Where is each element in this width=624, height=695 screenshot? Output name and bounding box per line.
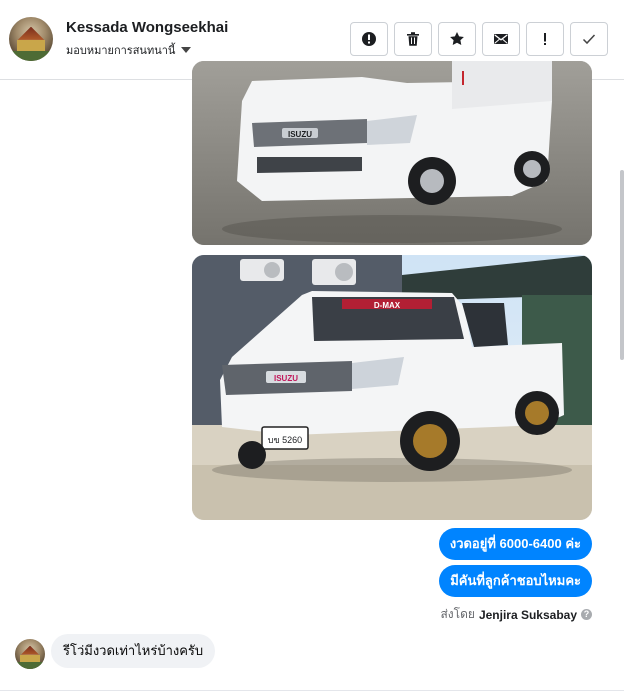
composer-divider <box>0 690 624 691</box>
contact-avatar[interactable] <box>9 17 53 61</box>
windshield-sticker: D-MAX <box>374 301 401 310</box>
message-thread: ISUZU D-MAX ISUZU บข 5260 งวดอยู่ที่ 600… <box>0 61 624 695</box>
star-icon <box>450 32 464 45</box>
car-photo-front[interactable]: ISUZU <box>192 61 592 245</box>
trash-icon <box>407 32 419 46</box>
conversation-toolbar <box>350 22 608 56</box>
assign-conversation-dropdown[interactable]: มอบหมายการสนทนานี้ <box>66 41 192 59</box>
mail-icon <box>494 34 508 44</box>
sent-by-prefix: ส่งโดย <box>440 607 475 621</box>
check-icon <box>582 34 596 45</box>
license-plate: บข 5260 <box>268 435 302 445</box>
sent-by-name: Jenjira Suksabay <box>478 607 577 622</box>
delete-button[interactable] <box>394 22 432 56</box>
car-photo-image: D-MAX ISUZU บข 5260 <box>192 255 592 520</box>
caret-down-icon <box>181 47 192 53</box>
alert-circle-icon <box>362 32 376 46</box>
grille-badge: ISUZU <box>288 130 312 139</box>
grille-badge: ISUZU <box>274 374 298 383</box>
contact-name[interactable]: Kessada Wongseekhai <box>66 19 228 36</box>
sent-by-info: ส่งโดย Jenjira Suksabay ? <box>440 605 592 624</box>
outgoing-message[interactable]: มีคันที่ลูกค้าชอบไหมคะ <box>439 565 592 597</box>
help-icon[interactable]: ? <box>581 609 592 620</box>
exclamation-icon <box>544 33 546 45</box>
outgoing-message[interactable]: งวดอยู่ที่ 6000-6400 ค่ะ <box>438 528 592 560</box>
mark-unread-button[interactable] <box>482 22 520 56</box>
spam-button[interactable] <box>526 22 564 56</box>
incoming-message[interactable]: รีโว่มีงวดเท่าไหร่บ้างครับ <box>51 634 216 668</box>
report-button[interactable] <box>350 22 388 56</box>
scrollbar[interactable] <box>620 170 624 360</box>
sender-avatar[interactable] <box>15 639 45 669</box>
done-button[interactable] <box>570 22 608 56</box>
assign-label: มอบหมายการสนทนานี้ <box>66 45 176 57</box>
car-photo-image: ISUZU <box>192 61 592 245</box>
star-button[interactable] <box>438 22 476 56</box>
car-photo-side[interactable]: D-MAX ISUZU บข 5260 <box>192 255 592 520</box>
